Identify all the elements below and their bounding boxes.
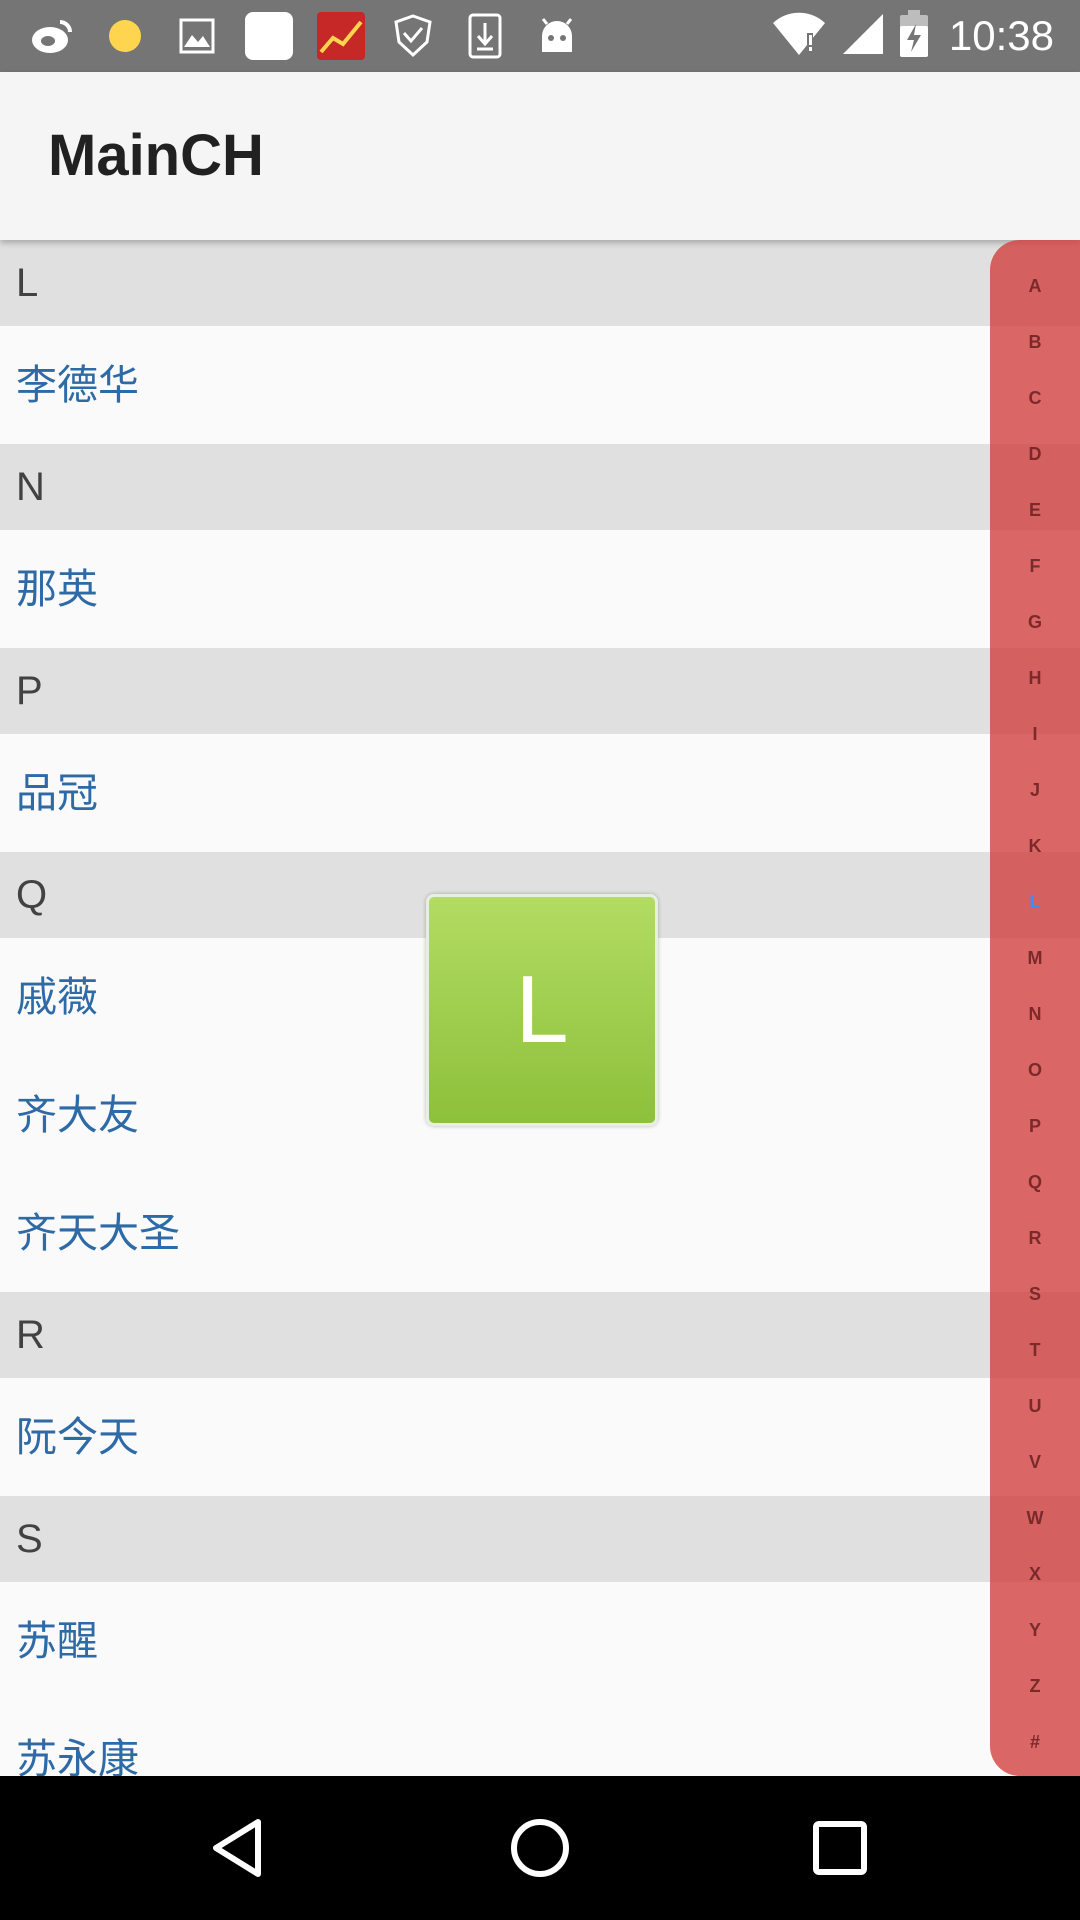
contact-item[interactable]: 品冠 xyxy=(0,734,1080,852)
battery-charging-icon xyxy=(899,10,929,62)
index-letter[interactable]: M xyxy=(990,948,1080,969)
index-letter[interactable]: U xyxy=(990,1396,1080,1417)
index-letter[interactable]: T xyxy=(990,1340,1080,1361)
contact-item[interactable]: 齐天大圣 xyxy=(0,1174,1080,1292)
section-header-n: N xyxy=(0,444,1080,530)
index-letter[interactable]: P xyxy=(990,1116,1080,1137)
news-app-icon xyxy=(316,11,366,61)
section-header-s: S xyxy=(0,1496,1080,1582)
index-letter[interactable]: F xyxy=(990,556,1080,577)
android-icon xyxy=(532,11,582,61)
contact-item[interactable]: 阮今天 xyxy=(0,1378,1080,1496)
letter-overlay: L xyxy=(426,894,658,1126)
contact-item[interactable]: 苏醒 xyxy=(0,1582,1080,1700)
status-time: 10:38 xyxy=(948,12,1054,59)
section-header-l: L xyxy=(0,240,1080,326)
index-letter[interactable]: X xyxy=(990,1564,1080,1585)
overlay-letter: L xyxy=(515,956,569,1063)
notification-dot-icon xyxy=(100,11,150,61)
index-letter[interactable]: I xyxy=(990,724,1080,745)
system-status-icons: 10:38 xyxy=(771,0,1054,72)
gallery-icon xyxy=(172,11,222,61)
recents-icon[interactable] xyxy=(800,1808,880,1888)
contact-item[interactable]: 那英 xyxy=(0,530,1080,648)
index-letter[interactable]: N xyxy=(990,1004,1080,1025)
index-letter[interactable]: O xyxy=(990,1060,1080,1081)
app-title: MainCH xyxy=(48,123,264,188)
index-letter[interactable]: L xyxy=(990,892,1080,913)
signal-icon xyxy=(841,12,885,60)
index-letter[interactable]: W xyxy=(990,1508,1080,1529)
index-letter[interactable]: V xyxy=(990,1452,1080,1473)
notification-icons xyxy=(28,10,582,62)
blank-app-icon xyxy=(244,11,294,61)
index-letter[interactable]: Y xyxy=(990,1620,1080,1641)
index-letter[interactable]: J xyxy=(990,780,1080,801)
index-letter[interactable]: B xyxy=(990,332,1080,353)
index-letter[interactable]: C xyxy=(990,388,1080,409)
index-letter[interactable]: H xyxy=(990,668,1080,689)
shield-icon xyxy=(388,11,438,61)
index-letter[interactable]: E xyxy=(990,500,1080,521)
index-letter[interactable]: D xyxy=(990,444,1080,465)
index-letter[interactable]: R xyxy=(990,1228,1080,1249)
home-icon[interactable] xyxy=(500,1808,580,1888)
index-letter[interactable]: Z xyxy=(990,1676,1080,1697)
status-bar: 10:38 xyxy=(0,0,1080,72)
section-header-p: P xyxy=(0,648,1080,734)
index-letter[interactable]: K xyxy=(990,836,1080,857)
index-letter[interactable]: S xyxy=(990,1284,1080,1305)
app-bar: MainCH xyxy=(0,72,1080,240)
navigation-bar xyxy=(0,1776,1080,1920)
download-icon xyxy=(460,11,510,61)
weibo-icon xyxy=(28,11,78,61)
wifi-icon xyxy=(771,11,827,61)
contact-item[interactable]: 李德华 xyxy=(0,326,1080,444)
index-letter[interactable]: A xyxy=(990,276,1080,297)
back-icon[interactable] xyxy=(200,1808,280,1888)
index-letter[interactable]: # xyxy=(990,1732,1080,1753)
index-letter[interactable]: G xyxy=(990,612,1080,633)
contact-item[interactable]: 苏永康 xyxy=(0,1700,1080,1776)
alphabet-index-bar[interactable]: A B C D E F G H I J K L M N O P Q R S T U V W X Y Z # xyxy=(990,240,1080,1776)
section-header-r: R xyxy=(0,1292,1080,1378)
index-letter[interactable]: Q xyxy=(990,1172,1080,1193)
